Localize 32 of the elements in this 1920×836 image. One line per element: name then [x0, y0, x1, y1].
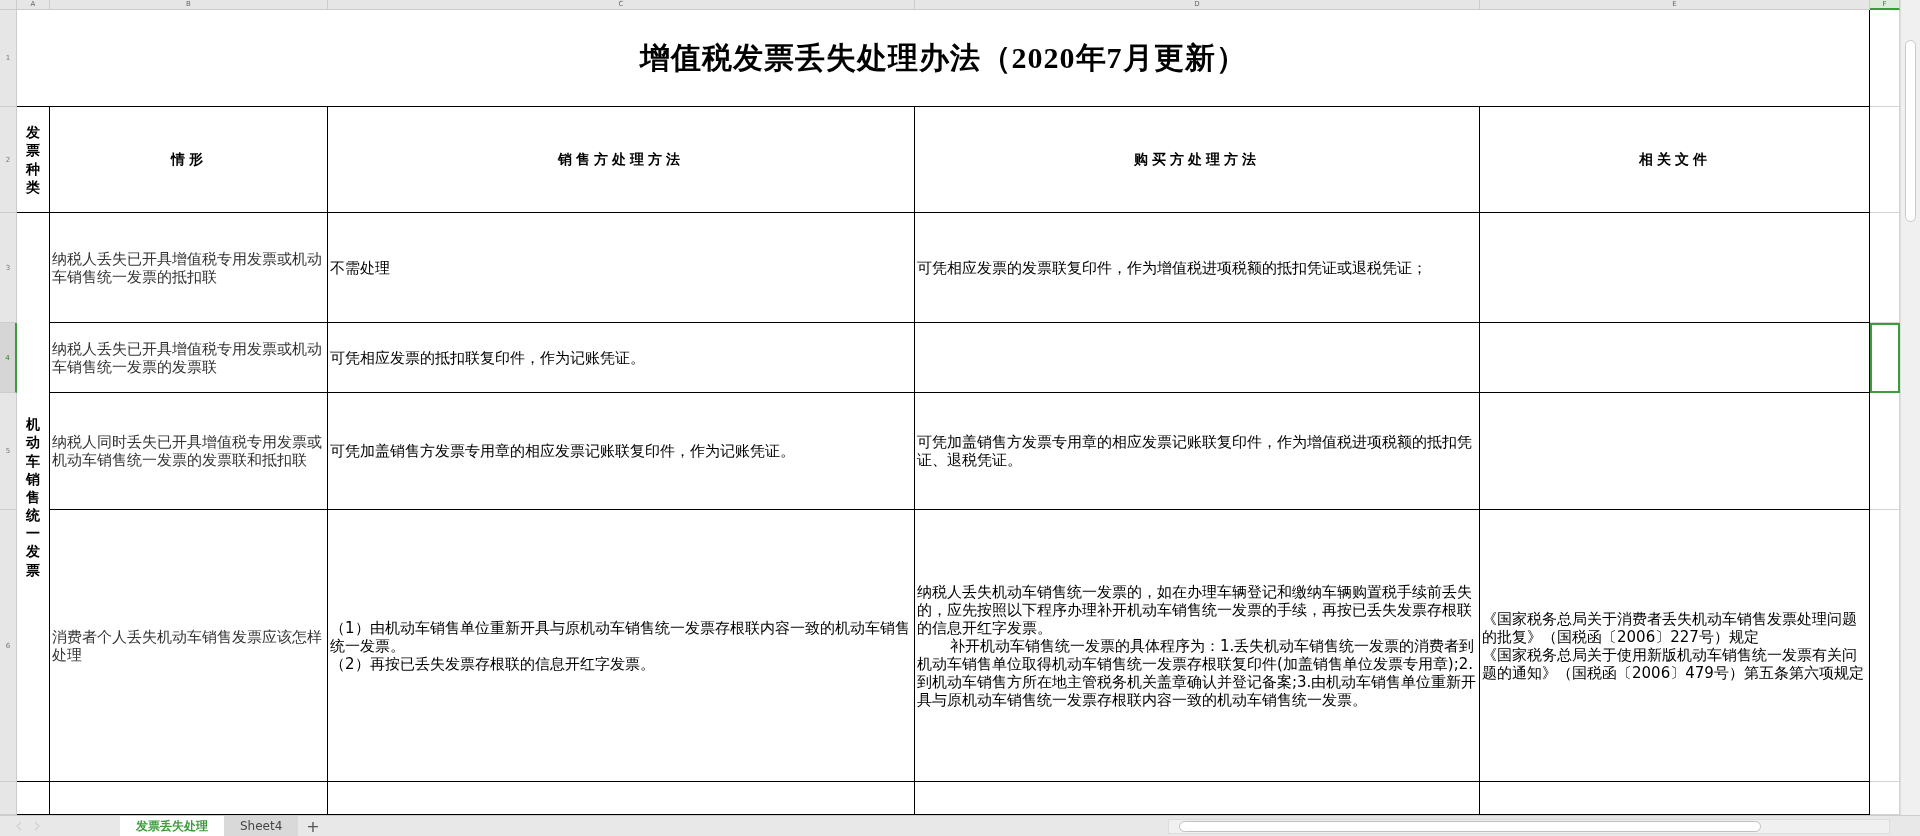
vertical-scrollbar[interactable] — [1900, 0, 1920, 815]
table-cell-text: 《国家税务总局关于使用新版机动车销售统一发票有关问题的通知》（国税函〔2006〕479号）第五条第六项规定 — [1482, 645, 1865, 682]
table-cell-text: 消费者个人丢失机动车销售发票应该怎样处理 — [51, 627, 323, 664]
sheet-title: 增值税发票丢失处理办法（2020年7月更新） — [639, 39, 1247, 76]
table-cell-text: 纳税人丢失已开具增值税专用发票或机动车销售统一发票的发票联 — [51, 339, 323, 376]
table-cell-text: 《国家税务总局关于消费者丢失机动车销售发票处理问题的批复》（国税函〔2006〕227号）规定 — [1482, 609, 1858, 646]
header-cell: 发票种类 — [26, 123, 40, 196]
table-cell-text: （1）由机动车销售单位重新开具与原机动车销售统一发票存根联内容一致的机动车销售统一发票。 — [330, 618, 911, 655]
sheet-tab[interactable]: 发票丢失处理 — [120, 815, 224, 836]
table-cell-text: 纳税人丢失机动车销售统一发票的，如在办理车辆登记和缴纳车辆购置税手续前丢失的，应先按照以下程序办理补开机动车销售统一发票的手续，再按已丢失发票存根联的信息开红字发票。 — [917, 582, 1473, 637]
table-cell-text: （2）再按已丢失发票存根联的信息开红字发票。 — [330, 654, 656, 673]
row-header[interactable] — [0, 782, 17, 815]
table-cell-text: 可凭加盖销售方发票专用章的相应发票记账联复印件，作为增值税进项税额的抵扣凭证、退税凭证。 — [917, 433, 1473, 469]
table-cell: 可凭相应发票的抵扣联复印件，作为记账凭证。 — [330, 348, 645, 367]
add-sheet-button[interactable]: + — [298, 816, 328, 836]
header-cell: 购买方处理方法 — [1134, 150, 1260, 169]
header-cell: 相关文件 — [1638, 150, 1711, 169]
table-cell: 不需处理 — [330, 258, 390, 277]
table-cell: 可凭相应发票的发票联复印件，作为增值税进项税额的抵扣凭证或退税凭证； — [917, 258, 1427, 277]
select-all-button[interactable] — [0, 0, 17, 10]
previous-sheet-icon[interactable] — [14, 821, 24, 831]
table-cell-text: 纳税人丢失已开具增值税专用发票或机动车销售统一发票的抵扣联 — [51, 249, 323, 286]
table-cell: 可凭加盖销售方发票专用章的相应发票记账联复印件，作为记账凭证。 — [330, 442, 795, 460]
next-sheet-icon[interactable] — [32, 821, 42, 831]
horizontal-scrollbar[interactable] — [1168, 818, 1890, 834]
table-cell-text: 纳税人同时丢失已开具增值税专用发票或机动车销售统一发票的发票联和抵扣联 — [51, 433, 323, 469]
header-cell: 销售方处理方法 — [558, 150, 684, 169]
header-cell: 情形 — [170, 150, 207, 169]
table-cell-text: 补开机动车销售统一发票的具体程序为：1.丢失机动车销售统一发票的消费者到机动车销售单位取得机动车销售统一发票存根联复印件(加盖销售单位发票专用章);2.到机动车销售方所在地主管税务机关盖章确认并登记备案;3.由机动车销售单位重新开具与原机动车销售统一发票存根联内容一致的机动车销售统一发票。 — [917, 636, 1478, 709]
group-cell: 机动车销售统一发票 — [26, 415, 40, 579]
selected-cell — [1870, 323, 1900, 393]
sheet-tab[interactable]: Sheet4 — [224, 815, 299, 836]
